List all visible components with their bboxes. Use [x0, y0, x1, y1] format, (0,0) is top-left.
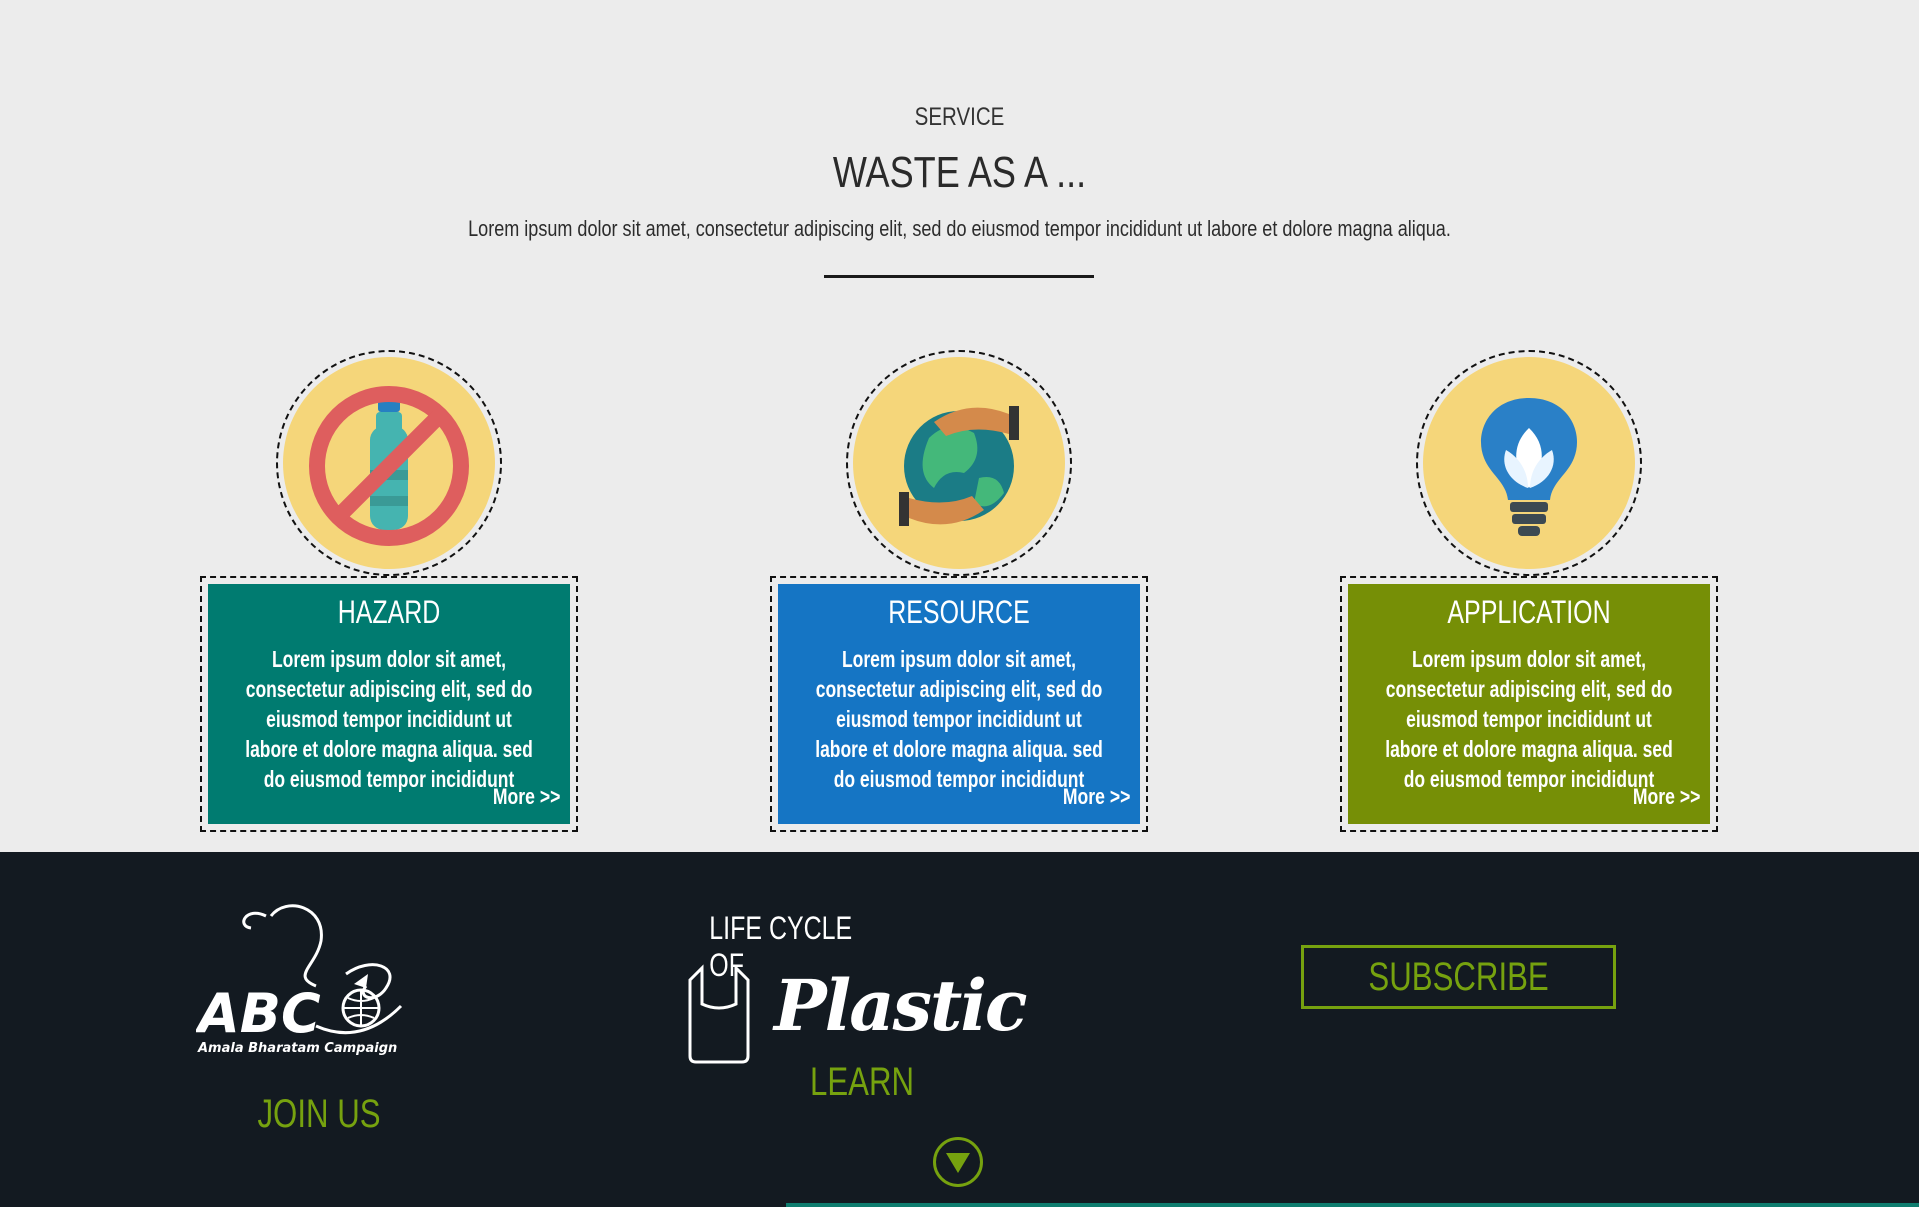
- card-resource: RESOURCE Lorem ipsum dolor sit amet, con…: [770, 350, 1148, 832]
- globe-hands-icon: [899, 406, 1019, 526]
- card-box: HAZARD Lorem ipsum dolor sit amet, conse…: [200, 576, 578, 832]
- card-box: APPLICATION Lorem ipsum dolor sit amet, …: [1340, 576, 1718, 832]
- card-title: RESOURCE: [888, 594, 1030, 630]
- bottom-accent-line: [786, 1203, 1919, 1207]
- card-text: Lorem ipsum dolor sit amet, consectetur …: [1385, 646, 1673, 792]
- abc-logo-icon: ABC Amala Bharatam Campaign: [196, 904, 403, 1056]
- abc-logo[interactable]: ABC Amala Bharatam Campaign JOIN US: [196, 896, 446, 1136]
- card-hazard: HAZARD Lorem ipsum dolor sit amet, conse…: [200, 350, 578, 832]
- subscribe-button[interactable]: SUBSCRIBE: [1301, 945, 1616, 1009]
- card-text: Lorem ipsum dolor sit amet, consectetur …: [245, 646, 533, 792]
- section-title: WASTE AS A ...: [832, 148, 1087, 197]
- card-icon-circle: [846, 350, 1072, 576]
- leaf-bulb-icon: [1481, 398, 1577, 536]
- subscribe-label: SUBSCRIBE: [1368, 954, 1549, 999]
- card-application: APPLICATION Lorem ipsum dolor sit amet, …: [1340, 350, 1718, 832]
- more-link[interactable]: More >>: [1633, 784, 1701, 810]
- more-link[interactable]: More >>: [493, 784, 561, 810]
- scroll-down-button[interactable]: [933, 1137, 983, 1187]
- plastic-wordmark: Plastic: [774, 964, 1028, 1047]
- title-divider: [824, 275, 1094, 278]
- card-title: HAZARD: [337, 594, 441, 630]
- logo-text: ABC: [196, 982, 321, 1045]
- card-title: APPLICATION: [1447, 594, 1611, 630]
- triangle-down-icon: [946, 1153, 970, 1173]
- section-lead: Lorem ipsum dolor sit amet, consectetur …: [468, 216, 1451, 241]
- card-text: Lorem ipsum dolor sit amet, consectetur …: [815, 646, 1103, 792]
- card-box: RESOURCE Lorem ipsum dolor sit amet, con…: [770, 576, 1148, 832]
- section-eyebrow: SERVICE: [914, 103, 1005, 131]
- join-us-link[interactable]: JOIN US: [223, 1092, 415, 1137]
- logo-tagline: Amala Bharatam Campaign: [197, 1041, 397, 1056]
- more-link[interactable]: More >>: [1063, 784, 1131, 810]
- no-plastic-bottle-icon: [309, 386, 469, 546]
- card-icon-circle: [276, 350, 502, 576]
- life-cycle-plastic[interactable]: LIFE CYCLE OF Plastic LEARN: [682, 910, 1028, 1110]
- plastic-bag-icon: [688, 964, 750, 1064]
- learn-link[interactable]: LEARN: [807, 1060, 916, 1105]
- service-section: SERVICE WASTE AS A ... Lorem ipsum dolor…: [0, 0, 1919, 852]
- card-icon-circle: [1416, 350, 1642, 576]
